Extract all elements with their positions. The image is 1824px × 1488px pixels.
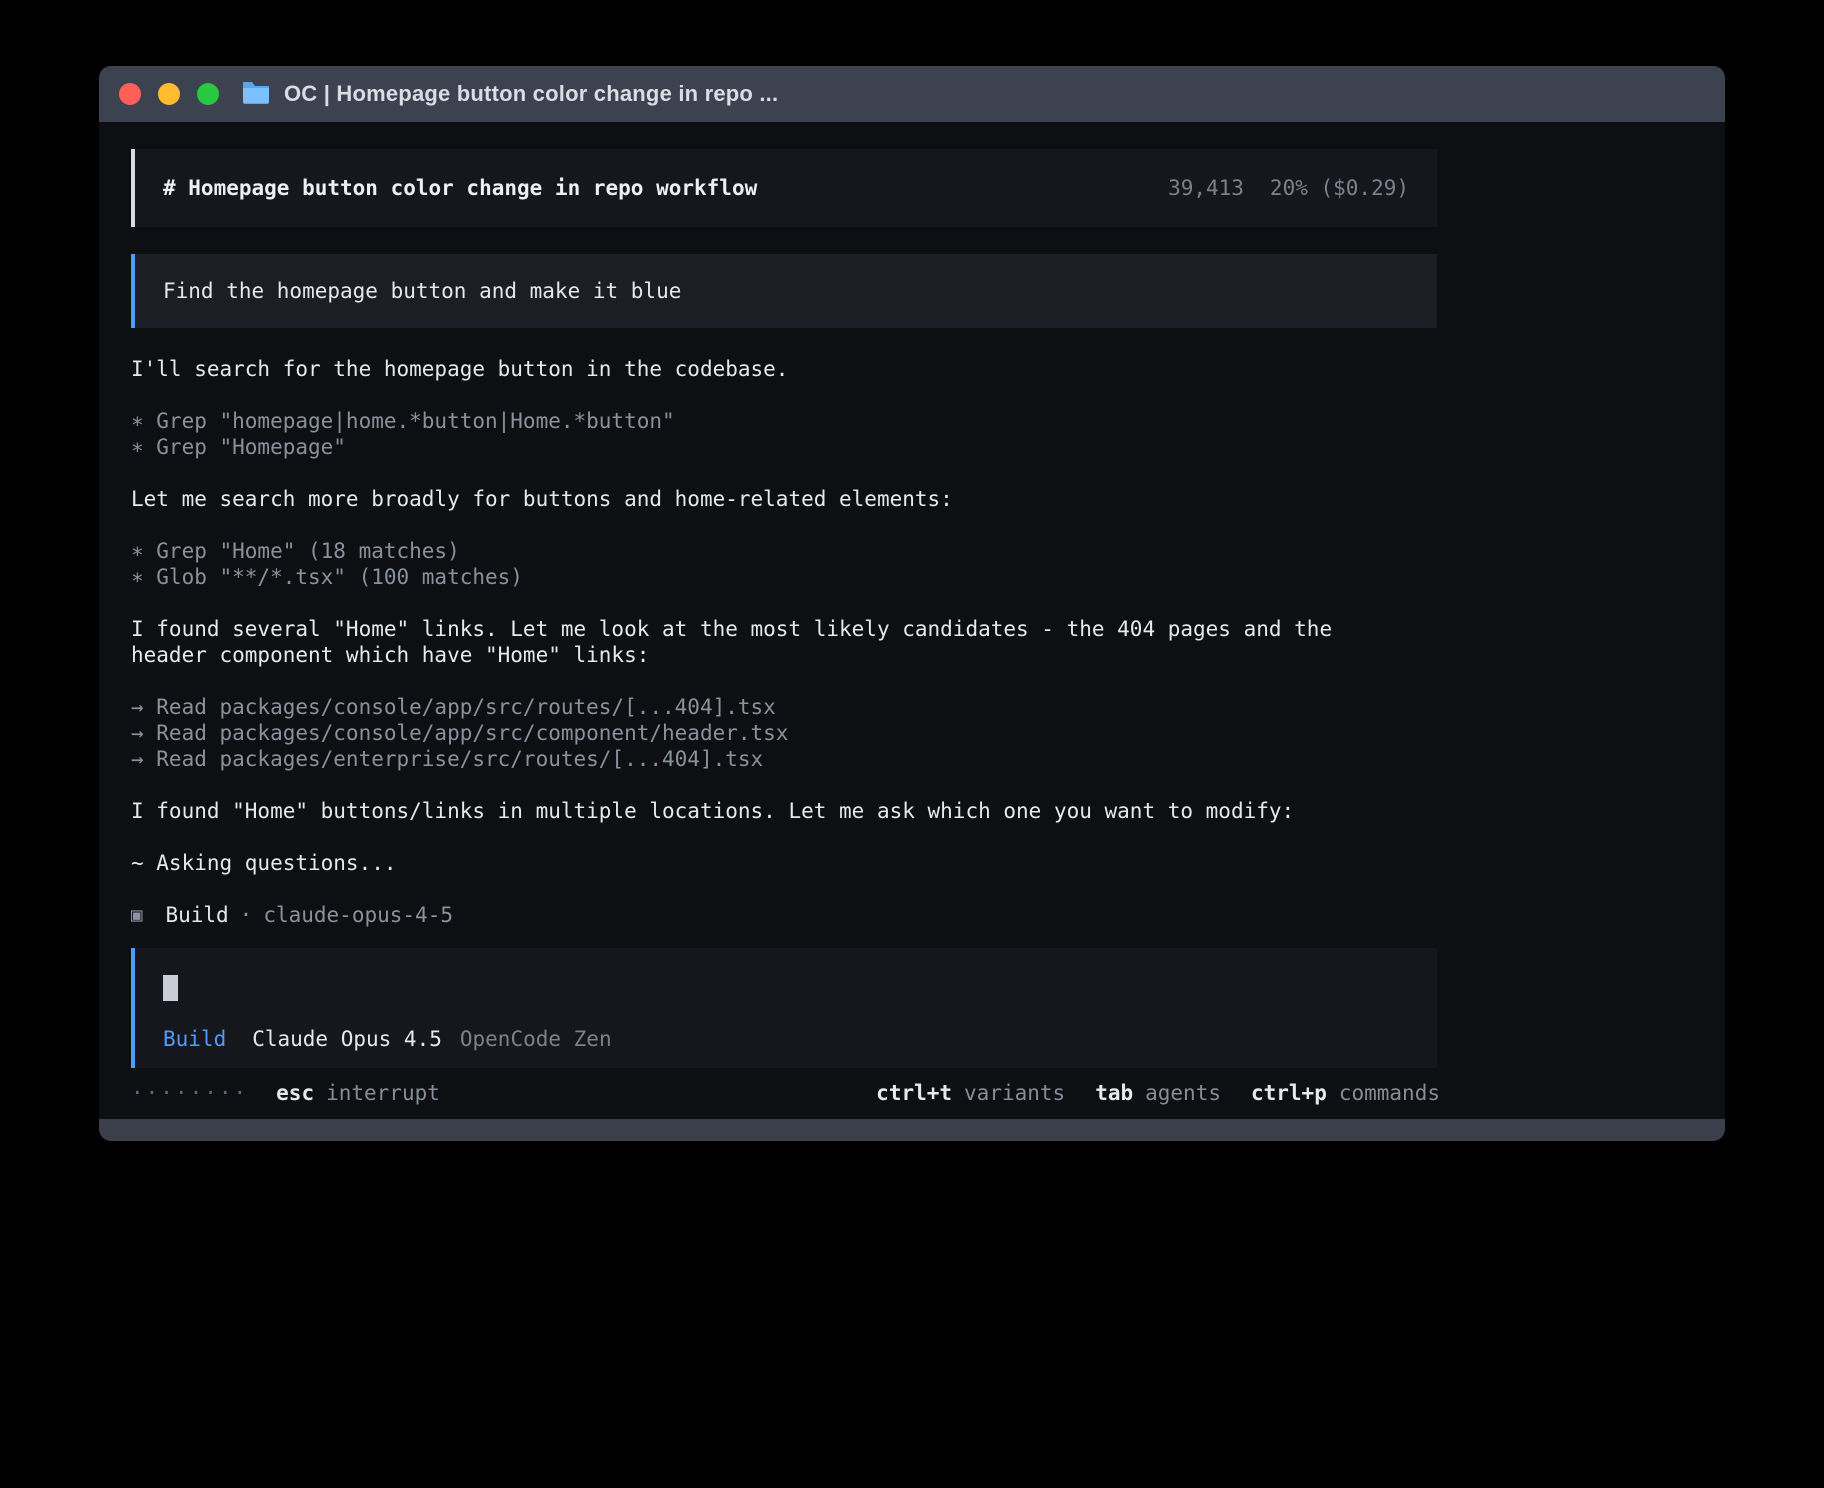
window-titlebar: OC | Homepage button color change in rep… (99, 66, 1725, 122)
footer-left: ········ esc interrupt (131, 1080, 440, 1106)
key-ctrl-p: ctrl+p (1251, 1080, 1327, 1106)
agent-badge-icon: ▣ (131, 902, 142, 928)
session-stats: 39,413 20% ($0.29) (1168, 175, 1409, 201)
tool-call-read: → Read packages/enterprise/src/routes/[.… (131, 746, 1437, 772)
context-usage: 20% ($0.29) (1270, 175, 1409, 201)
window-title: OC | Homepage button color change in rep… (284, 81, 778, 107)
separator-dot: · (240, 902, 253, 928)
hint-label-agents: agents (1145, 1080, 1221, 1106)
model-label[interactable]: Claude Opus 4.5 (252, 1026, 442, 1052)
footer-hints: ········ esc interrupt ctrl+t variants t… (131, 1080, 1440, 1106)
key-esc: esc (276, 1080, 314, 1106)
window-bottom-chrome (99, 1119, 1725, 1141)
hint-label-interrupt: interrupt (326, 1080, 440, 1106)
assistant-text: I'll search for the homepage button in t… (131, 356, 1437, 382)
hint-interrupt: esc interrupt (276, 1080, 440, 1106)
assistant-text: I found several "Home" links. Let me loo… (131, 616, 1437, 668)
tool-call-grep: ∗ Grep "Homepage" (131, 434, 1437, 460)
zoom-button[interactable] (197, 83, 219, 105)
key-tab: tab (1095, 1080, 1133, 1106)
assistant-text: Let me search more broadly for buttons a… (131, 486, 1437, 512)
mode-label[interactable]: Build (163, 1026, 226, 1052)
folder-icon (241, 80, 271, 109)
hint-label-variants: variants (964, 1080, 1065, 1106)
tool-call-grep: ∗ Grep "homepage|home.*button|Home.*butt… (131, 408, 1437, 434)
input-status-line: Build Claude Opus 4.5 OpenCode Zen (163, 1026, 1409, 1052)
tool-call-read: → Read packages/console/app/src/componen… (131, 720, 1437, 746)
agent-name: Build (165, 902, 228, 928)
hint-label-commands: commands (1339, 1080, 1440, 1106)
hint-variants: ctrl+t variants (876, 1080, 1065, 1106)
hint-commands: ctrl+p commands (1251, 1080, 1440, 1106)
provider-label: OpenCode Zen (460, 1026, 612, 1052)
key-ctrl-t: ctrl+t (876, 1080, 952, 1106)
token-count: 39,413 (1168, 175, 1244, 201)
session-title: # Homepage button color change in repo w… (163, 175, 757, 201)
spinner-dots: ········ (131, 1080, 248, 1106)
terminal-content: # Homepage button color change in repo w… (99, 122, 1725, 1119)
agent-model-name: claude-opus-4-5 (263, 902, 453, 928)
text-cursor (163, 975, 178, 1001)
tool-call-read: → Read packages/console/app/src/routes/[… (131, 694, 1437, 720)
tool-call-grep: ∗ Grep "Home" (18 matches) (131, 538, 1437, 564)
close-button[interactable] (119, 83, 141, 105)
terminal-window: OC | Homepage button color change in rep… (99, 66, 1725, 1141)
minimize-button[interactable] (158, 83, 180, 105)
assistant-text: I found "Home" buttons/links in multiple… (131, 798, 1437, 824)
hint-agents: tab agents (1095, 1080, 1221, 1106)
session-header: # Homepage button color change in repo w… (131, 149, 1437, 227)
traffic-lights (119, 83, 219, 105)
user-message: Find the homepage button and make it blu… (131, 254, 1437, 328)
assistant-messages: I'll search for the homepage button in t… (131, 356, 1437, 928)
agent-status-line: ▣ Build · claude-opus-4-5 (131, 902, 1437, 928)
titlebar-title-group: OC | Homepage button color change in rep… (241, 80, 778, 109)
user-message-text: Find the homepage button and make it blu… (163, 279, 681, 303)
tool-call-glob: ∗ Glob "**/*.tsx" (100 matches) (131, 564, 1437, 590)
prompt-input[interactable]: Build Claude Opus 4.5 OpenCode Zen (131, 948, 1437, 1068)
assistant-status-text: ~ Asking questions... (131, 850, 1437, 876)
footer-right: ctrl+t variants tab agents ctrl+p comman… (876, 1080, 1440, 1106)
